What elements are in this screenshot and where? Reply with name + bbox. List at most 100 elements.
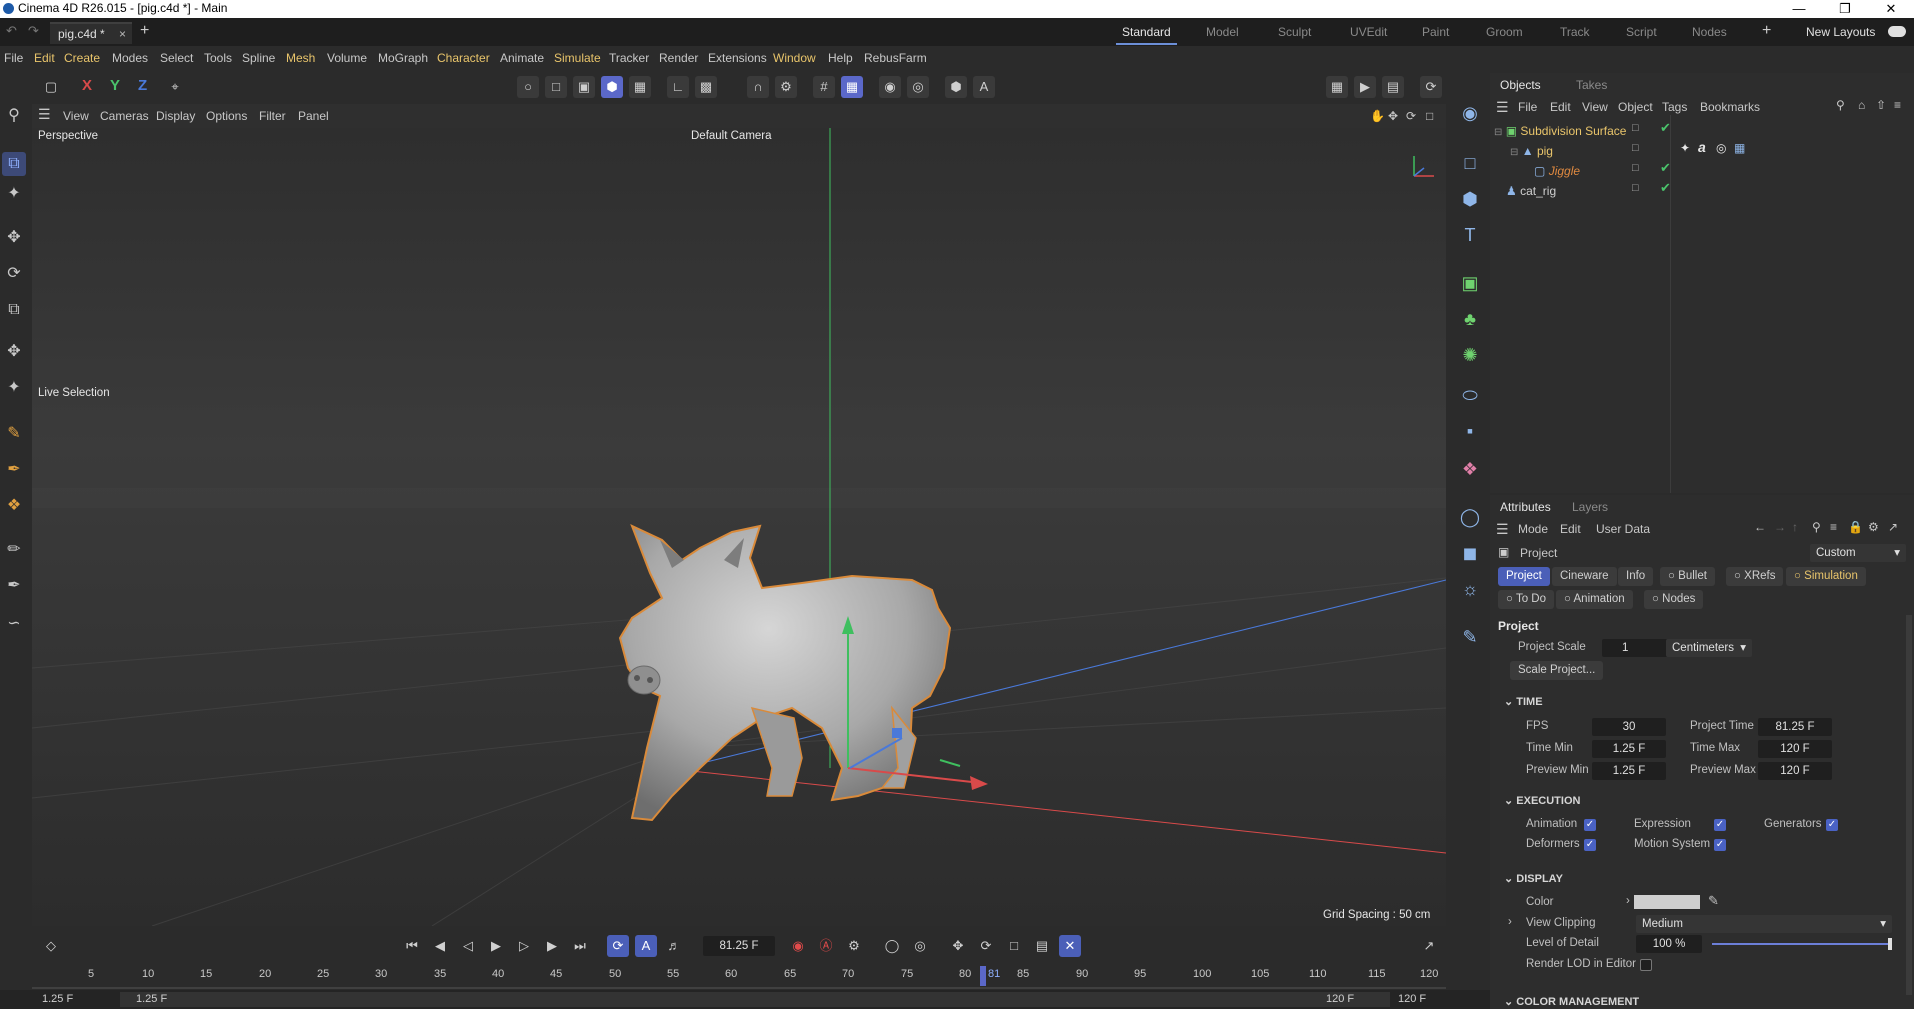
- timeline-ruler[interactable]: 5 10 15 20 25 30 35 40 45 50 55 60 65 70…: [32, 960, 1446, 990]
- play-icon[interactable]: ▶: [485, 935, 507, 957]
- menu-extensions[interactable]: Extensions: [708, 51, 767, 65]
- range-slider[interactable]: [120, 992, 1390, 1007]
- attributes-hamburger-icon[interactable]: ☰: [1496, 521, 1509, 538]
- placement-tool-icon[interactable]: ✦: [2, 376, 26, 400]
- move-tool-icon[interactable]: ✥: [2, 226, 26, 250]
- uv-mode-icon[interactable]: ▦: [629, 76, 651, 98]
- menu-modes[interactable]: Modes: [112, 51, 148, 65]
- render-region-icon[interactable]: ▦: [1326, 76, 1348, 98]
- undo-icon[interactable]: ↶: [6, 23, 17, 39]
- chevron-right-icon[interactable]: ›: [1626, 895, 1630, 907]
- spline-pen-icon[interactable]: ✎: [2, 422, 26, 446]
- key-param-icon[interactable]: ⟳: [975, 935, 997, 957]
- objects-menu-view[interactable]: View: [1582, 100, 1608, 114]
- axis-z-toggle[interactable]: Z: [138, 77, 147, 94]
- tweak-tool-icon[interactable]: ✦: [2, 182, 26, 206]
- restore-icon[interactable]: ❐: [1822, 0, 1868, 18]
- effector-icon[interactable]: ✺: [1457, 342, 1483, 368]
- forward-arrow-icon[interactable]: →: [1774, 520, 1786, 534]
- attributes-settings-icon[interactable]: ⚙: [1868, 520, 1879, 534]
- back-arrow-icon[interactable]: ←: [1754, 520, 1766, 534]
- display-section-header[interactable]: ⌄ DISPLAY: [1504, 872, 1563, 885]
- lock-icon[interactable]: 🔒: [1848, 520, 1863, 534]
- solo-icon[interactable]: ◉: [879, 76, 901, 98]
- subtab-animation[interactable]: ○ Animation: [1556, 590, 1633, 609]
- tab-takes[interactable]: Takes: [1576, 78, 1607, 92]
- points-mode-icon[interactable]: ○: [517, 76, 539, 98]
- objects-menu-edit[interactable]: Edit: [1550, 100, 1571, 114]
- menu-animate[interactable]: Animate: [500, 51, 544, 65]
- close-tab-icon[interactable]: ×: [119, 24, 126, 44]
- grid-snap-icon[interactable]: ▦: [841, 76, 863, 98]
- list-item-jiggle[interactable]: ▢ Jiggle: [1534, 162, 1674, 180]
- subtab-project[interactable]: Project: [1498, 567, 1550, 586]
- menu-edit[interactable]: Edit: [34, 51, 55, 65]
- material-icon[interactable]: ⬢: [945, 76, 967, 98]
- layout-sculpt[interactable]: Sculpt: [1278, 25, 1311, 39]
- subtab-nodes[interactable]: ○ Nodes: [1644, 590, 1704, 609]
- viewport-menu-cameras[interactable]: Cameras: [100, 109, 149, 123]
- enabled-check-icon[interactable]: ✔: [1660, 180, 1671, 196]
- transform-tool-icon[interactable]: ✥: [2, 340, 26, 364]
- move-view-icon[interactable]: ✥: [1388, 109, 1398, 123]
- attributes-filter-icon[interactable]: ≡: [1830, 520, 1837, 534]
- visibility-toggle-icon[interactable]: □: [1632, 182, 1639, 194]
- time-section-header[interactable]: ⌄ TIME: [1504, 695, 1543, 708]
- deformers-checkbox[interactable]: ✓: [1584, 839, 1596, 851]
- object-mode-icon[interactable]: ▢: [40, 76, 62, 98]
- attributes-menu-mode[interactable]: Mode: [1518, 522, 1548, 536]
- viewport-menu-filter[interactable]: Filter: [259, 109, 286, 123]
- menu-volume[interactable]: Volume: [327, 51, 367, 65]
- go-to-start-icon[interactable]: ⏮: [401, 935, 423, 957]
- camera-icon[interactable]: ◉: [1457, 100, 1483, 126]
- key-pla-icon[interactable]: □: [1003, 935, 1025, 957]
- new-layouts-toggle[interactable]: [1888, 26, 1906, 37]
- snap-magnet-icon[interactable]: ∩: [747, 76, 769, 98]
- key-rotation-icon[interactable]: ◎: [909, 935, 931, 957]
- layout-model[interactable]: Model: [1206, 25, 1239, 39]
- spline-sketch-icon[interactable]: ✒: [2, 458, 26, 482]
- viewport-perspective-label[interactable]: Perspective: [38, 130, 98, 142]
- units-select[interactable]: Centimeters ▾: [1666, 639, 1752, 657]
- axis-mode-icon[interactable]: ∟: [667, 76, 689, 98]
- enabled-check-icon[interactable]: ✔: [1660, 120, 1671, 136]
- subdivision-icon[interactable]: ▣: [1457, 270, 1483, 296]
- view-clipping-select[interactable]: Medium ▾: [1636, 915, 1892, 933]
- phong-tag-icon[interactable]: ✦: [1680, 141, 1690, 155]
- tab-layers[interactable]: Layers: [1572, 500, 1608, 514]
- color-management-section-header[interactable]: ⌄ COLOR MANAGEMENT: [1504, 995, 1639, 1008]
- menu-spline[interactable]: Spline: [242, 51, 275, 65]
- attributes-scrollbar[interactable]: [1906, 615, 1912, 995]
- menu-tracker[interactable]: Tracker: [609, 51, 649, 65]
- loop-icon[interactable]: ⟳: [607, 935, 629, 957]
- subtab-info[interactable]: Info: [1618, 567, 1654, 586]
- render-settings-icon[interactable]: ⟳: [1420, 76, 1442, 98]
- rotate-view-icon[interactable]: ⟳: [1406, 109, 1416, 123]
- time-max-input[interactable]: 120 F: [1758, 740, 1832, 758]
- go-to-end-icon[interactable]: ⏭: [569, 935, 591, 957]
- project-time-input[interactable]: 81.25 F: [1758, 718, 1832, 736]
- menu-window[interactable]: Window: [773, 51, 816, 65]
- environment-icon[interactable]: ◯: [1457, 504, 1483, 530]
- symmetry-icon[interactable]: A: [973, 76, 995, 98]
- tab-pig-document[interactable]: pig.c4d * ×: [50, 22, 132, 44]
- objects-home-icon[interactable]: ⌂: [1858, 98, 1865, 112]
- timeline-graph-icon[interactable]: ↗: [1418, 935, 1440, 957]
- key-scale-icon[interactable]: ✥: [947, 935, 969, 957]
- enabled-check-icon[interactable]: ✔: [1660, 160, 1671, 176]
- menu-mesh[interactable]: Mesh: [286, 51, 315, 65]
- preview-range-bar[interactable]: 1.25 F 1.25 F 120 F 120 F: [0, 990, 1490, 1009]
- coordinate-system-icon[interactable]: ⌖: [164, 76, 186, 98]
- generators-checkbox[interactable]: ✓: [1826, 819, 1838, 831]
- objects-menu-object[interactable]: Object: [1618, 100, 1653, 114]
- up-arrow-icon[interactable]: ↑: [1792, 520, 1798, 534]
- polygons-mode-icon[interactable]: ▣: [573, 76, 595, 98]
- new-panel-icon[interactable]: ↗: [1888, 520, 1898, 534]
- objects-menu-bookmarks[interactable]: Bookmarks: [1700, 100, 1760, 114]
- execution-section-header[interactable]: ⌄ EXECUTION: [1504, 794, 1580, 807]
- eyedropper-icon[interactable]: ✎: [1708, 893, 1719, 909]
- preview-max-input[interactable]: 120 F: [1758, 762, 1832, 780]
- record-keys-icon[interactable]: ◉: [787, 935, 809, 957]
- objects-hamburger-icon[interactable]: ☰: [1496, 99, 1509, 116]
- menu-create[interactable]: Create: [64, 51, 100, 65]
